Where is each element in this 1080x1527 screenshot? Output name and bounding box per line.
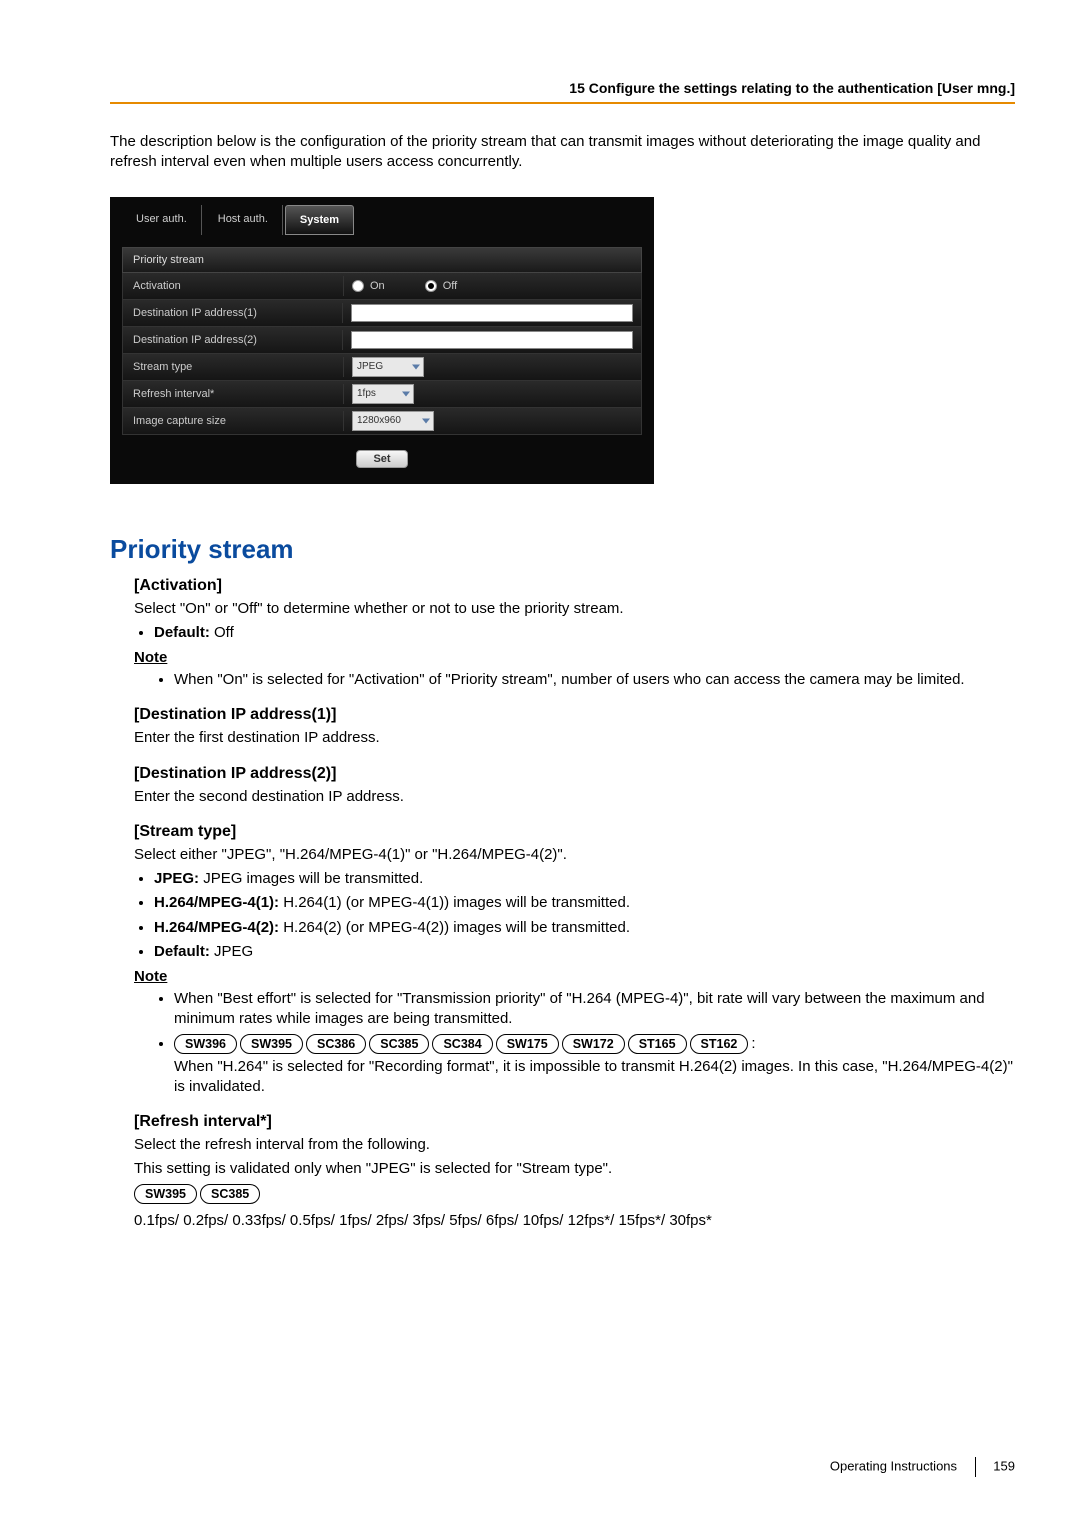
text-h264-1: H.264(1) (or MPEG-4(1)) images will be t… bbox=[283, 894, 630, 911]
page-header-title: 15 Configure the settings relating to th… bbox=[110, 80, 1015, 96]
block-refresh: [Refresh interval*] Select the refresh i… bbox=[110, 1113, 1015, 1231]
set-button[interactable]: Set bbox=[356, 450, 407, 468]
input-dest2[interactable] bbox=[351, 331, 633, 349]
desc-dest2: Enter the second destination IP address. bbox=[134, 787, 1015, 807]
desc-dest1: Enter the first destination IP address. bbox=[134, 728, 1015, 748]
set-button-row: Set bbox=[122, 435, 642, 468]
footer-label: Operating Instructions bbox=[830, 1458, 957, 1473]
heading-stream: [Stream type] bbox=[134, 823, 1015, 841]
note1-stream: When "Best effort" is selected for "Tran… bbox=[174, 989, 1015, 1030]
note-text-activation: When "On" is selected for "Activation" o… bbox=[174, 670, 1015, 690]
item-jpeg: JPEG: JPEG images will be transmitted. bbox=[154, 869, 1015, 889]
refresh-line2: This setting is validated only when "JPE… bbox=[134, 1159, 1015, 1179]
default-activation: Default: Off bbox=[154, 623, 1015, 643]
desc-stream: Select either "JPEG", "H.264/MPEG-4(1)" … bbox=[134, 845, 1015, 865]
header-divider bbox=[110, 102, 1015, 104]
model-pill: SC385 bbox=[200, 1184, 260, 1204]
item-h264-1: H.264/MPEG-4(1): H.264(1) (or MPEG-4(1))… bbox=[154, 893, 1015, 913]
select-capture-size[interactable]: 1280x960 bbox=[352, 411, 434, 431]
item-stream-default: Default: JPEG bbox=[154, 942, 1015, 962]
heading-activation: [Activation] bbox=[134, 577, 1015, 595]
radio-off[interactable]: Off bbox=[425, 280, 457, 292]
tab-host-auth[interactable]: Host auth. bbox=[204, 205, 283, 235]
refresh-values: 0.1fps/ 0.2fps/ 0.33fps/ 0.5fps/ 1fps/ 2… bbox=[134, 1211, 1015, 1231]
row-activation: Activation On Off bbox=[122, 273, 642, 300]
footer-divider bbox=[975, 1457, 976, 1477]
block-dest1: [Destination IP address(1)] Enter the fi… bbox=[110, 706, 1015, 748]
radio-on[interactable]: On bbox=[352, 280, 385, 292]
text-h264-2: H.264(2) (or MPEG-4(2)) images will be t… bbox=[283, 919, 630, 936]
model-pill: ST162 bbox=[690, 1034, 749, 1054]
panel-tabs: User auth. Host auth. System bbox=[122, 205, 642, 235]
panel-section-title: Priority stream bbox=[122, 247, 642, 273]
note2-stream: When "H.264" is selected for "Recording … bbox=[174, 1058, 1013, 1095]
row-dest2: Destination IP address(2) bbox=[122, 327, 642, 354]
label-activation: Activation bbox=[123, 276, 344, 296]
label-stream-type: Stream type bbox=[123, 357, 344, 377]
label-stream-default: Default: bbox=[154, 943, 210, 960]
models-list-1: SW396SW395SC386SC385SC384SW175SW172ST165… bbox=[174, 1035, 751, 1052]
footer-page: 159 bbox=[993, 1458, 1015, 1473]
row-dest1: Destination IP address(1) bbox=[122, 300, 642, 327]
heading-refresh: [Refresh interval*] bbox=[134, 1113, 1015, 1131]
block-stream: [Stream type] Select either "JPEG", "H.2… bbox=[110, 823, 1015, 1097]
radio-off-label: Off bbox=[443, 280, 457, 292]
desc-activation: Select "On" or "Off" to determine whethe… bbox=[134, 599, 1015, 619]
heading-dest2: [Destination IP address(2)] bbox=[134, 765, 1015, 783]
model-pill: SC384 bbox=[432, 1034, 492, 1054]
models-list-2: SW395SC385 bbox=[134, 1184, 1015, 1207]
radio-on-label: On bbox=[370, 280, 385, 292]
model-pill: SW172 bbox=[562, 1034, 625, 1054]
item-h264-2: H.264/MPEG-4(2): H.264(2) (or MPEG-4(2))… bbox=[154, 918, 1015, 938]
label-h264-2: H.264/MPEG-4(2): bbox=[154, 919, 279, 936]
label-capture-size: Image capture size bbox=[123, 411, 344, 431]
model-pill: SC386 bbox=[306, 1034, 366, 1054]
page-footer: Operating Instructions 159 bbox=[830, 1457, 1015, 1477]
tab-user-auth[interactable]: User auth. bbox=[122, 205, 202, 235]
select-stream-type[interactable]: JPEG bbox=[352, 357, 424, 377]
radio-off-dot bbox=[425, 280, 437, 292]
default-label: Default: bbox=[154, 624, 210, 641]
row-stream-type: Stream type JPEG bbox=[122, 354, 642, 381]
radio-on-dot bbox=[352, 280, 364, 292]
model-pill: SW395 bbox=[134, 1184, 197, 1204]
refresh-line1: Select the refresh interval from the fol… bbox=[134, 1135, 1015, 1155]
label-dest1: Destination IP address(1) bbox=[123, 303, 343, 323]
row-refresh: Refresh interval* 1fps bbox=[122, 381, 642, 408]
model-pill: ST165 bbox=[628, 1034, 687, 1054]
select-refresh[interactable]: 1fps bbox=[352, 384, 414, 404]
note-label-activation: Note bbox=[134, 649, 1015, 666]
colon-after-models: : bbox=[751, 1035, 755, 1052]
label-h264-1: H.264/MPEG-4(1): bbox=[154, 894, 279, 911]
label-refresh: Refresh interval* bbox=[123, 384, 344, 404]
row-capture-size: Image capture size 1280x960 bbox=[122, 408, 642, 435]
model-pill: SW396 bbox=[174, 1034, 237, 1054]
block-activation: [Activation] Select "On" or "Off" to det… bbox=[110, 577, 1015, 691]
intro-text: The description below is the configurati… bbox=[110, 132, 1015, 173]
value-stream-default: JPEG bbox=[214, 943, 253, 960]
model-pill: SW395 bbox=[240, 1034, 303, 1054]
note-label-stream: Note bbox=[134, 968, 1015, 985]
label-jpeg: JPEG: bbox=[154, 870, 199, 887]
note2-stream-wrap: SW396SW395SC386SC385SC384SW175SW172ST165… bbox=[174, 1034, 1015, 1098]
input-dest1[interactable] bbox=[351, 304, 633, 322]
block-dest2: [Destination IP address(2)] Enter the se… bbox=[110, 765, 1015, 807]
model-pill: SW175 bbox=[496, 1034, 559, 1054]
default-value: Off bbox=[214, 624, 234, 641]
text-jpeg: JPEG images will be transmitted. bbox=[203, 870, 423, 887]
section-title: Priority stream bbox=[110, 534, 1015, 565]
settings-panel-screenshot: User auth. Host auth. System Priority st… bbox=[110, 197, 654, 484]
label-dest2: Destination IP address(2) bbox=[123, 330, 343, 350]
model-pill: SC385 bbox=[369, 1034, 429, 1054]
tab-system[interactable]: System bbox=[285, 205, 354, 235]
heading-dest1: [Destination IP address(1)] bbox=[134, 706, 1015, 724]
